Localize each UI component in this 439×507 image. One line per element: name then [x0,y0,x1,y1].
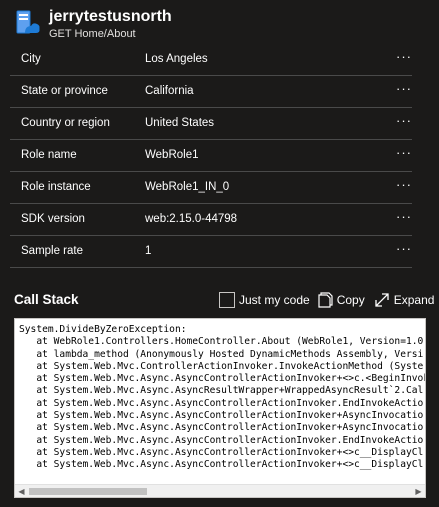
property-name: City [21,53,41,65]
expand-icon [375,293,389,307]
more-options-button[interactable]: ··· [396,177,412,195]
just-my-code-label: Just my code [239,293,310,307]
horizontal-scrollbar[interactable]: ◀ ▶ [15,484,425,497]
call-stack-toolbar: Just my code Copy Expand [219,290,434,310]
property-row-role-instance: Role instance WebRole1_IN_0 ··· [10,172,412,204]
operation-subtitle: GET Home/About [49,28,136,40]
just-my-code-toggle[interactable]: Just my code [219,292,310,308]
scroll-right-icon[interactable]: ▶ [412,485,425,497]
more-options-button[interactable]: ··· [396,241,412,259]
call-stack-box[interactable]: System.DivideByZeroException: at WebRole… [14,318,426,498]
more-options-button[interactable]: ··· [396,209,412,227]
copy-icon [318,292,333,308]
copy-label: Copy [336,293,365,307]
scrollbar-thumb[interactable] [29,488,147,495]
server-cloud-icon [16,10,40,34]
more-options-button[interactable]: ··· [396,113,412,131]
property-value: 1 [145,245,152,257]
property-name: Role instance [21,181,91,193]
property-value: Los Angeles [145,53,208,65]
property-value: WebRole1 [145,149,199,161]
property-name: State or province [21,85,108,97]
property-name: Country or region [21,117,110,129]
property-value: United States [145,117,215,129]
page-title: jerrytestusnorth [49,8,172,25]
property-value: California [145,85,194,97]
property-name: Role name [21,149,77,161]
detail-header: jerrytestusnorth GET Home/About [0,0,439,44]
call-stack-text: System.DivideByZeroException: at WebRole… [19,324,425,471]
more-options-button[interactable]: ··· [396,145,412,163]
property-value: WebRole1_IN_0 [145,181,230,193]
expand-label: Expand [393,293,435,307]
property-row-country: Country or region United States ··· [10,108,412,140]
property-value: web:2.15.0-44798 [145,213,238,225]
call-stack-heading: Call Stack [14,292,79,307]
property-row-state: State or province California ··· [10,76,412,108]
property-name: SDK version [21,213,85,225]
just-my-code-checkbox[interactable] [219,292,235,308]
more-options-button[interactable]: ··· [396,81,412,99]
property-row-sdk-version: SDK version web:2.15.0-44798 ··· [10,204,412,236]
properties-list: City Los Angeles ··· State or province C… [10,44,412,268]
more-options-button[interactable]: ··· [396,49,412,67]
property-row-role-name: Role name WebRole1 ··· [10,140,412,172]
property-name: Sample rate [21,245,84,257]
property-row-city: City Los Angeles ··· [10,44,412,76]
copy-button[interactable]: Copy [318,292,365,308]
property-row-sample-rate: Sample rate 1 ··· [10,236,412,268]
scroll-left-icon[interactable]: ◀ [15,485,28,497]
expand-button[interactable]: Expand [374,292,435,308]
